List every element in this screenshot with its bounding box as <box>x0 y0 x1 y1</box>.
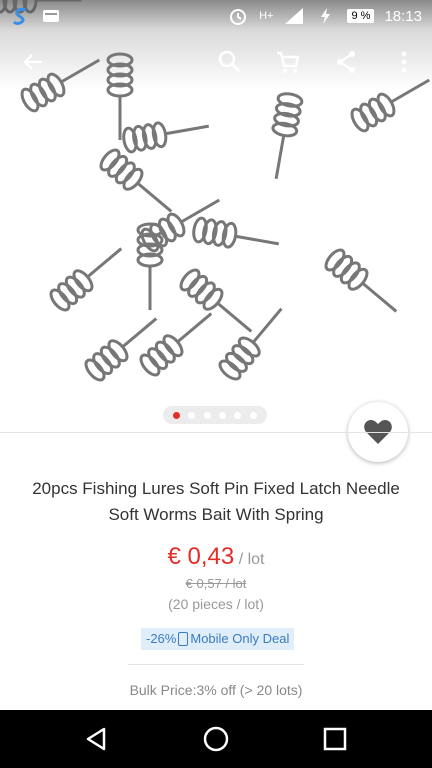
charging-icon <box>321 8 331 24</box>
battery-badge: 9 % <box>347 9 375 23</box>
gallery-page-indicator[interactable] <box>163 406 267 424</box>
deal-label: Mobile Only Deal <box>190 631 290 646</box>
price-divider <box>128 664 304 665</box>
home-icon[interactable] <box>201 724 231 754</box>
signal-icon <box>285 8 304 24</box>
page-dot-active[interactable] <box>173 411 181 419</box>
back-arrow-icon[interactable] <box>20 48 48 76</box>
back-triangle-icon[interactable] <box>82 724 112 754</box>
search-icon[interactable] <box>216 48 244 76</box>
bulk-price[interactable]: Bulk Price:3% off (> 20 lots) <box>0 682 432 698</box>
current-price: € 0,43 <box>167 543 235 570</box>
status-bar: H+ 9 % 18:13 <box>0 0 432 32</box>
clock-time: 18:13 <box>384 7 422 25</box>
page-dot[interactable] <box>249 411 257 419</box>
original-price: € 0,57 / lot <box>185 576 247 591</box>
price-row: € 0,43 / lot <box>0 543 432 571</box>
page-dot[interactable] <box>203 411 211 419</box>
mobile-deal-badge: -26% Mobile Only Deal <box>141 628 295 650</box>
s-app-icon <box>12 7 27 25</box>
app-bar <box>0 32 432 92</box>
phone-icon <box>178 632 189 646</box>
more-vert-icon[interactable] <box>390 48 418 76</box>
page-dot[interactable] <box>234 411 242 419</box>
pieces-per-lot: (20 pieces / lot) <box>168 596 264 612</box>
cart-icon[interactable] <box>274 48 302 76</box>
page-dot[interactable] <box>188 411 196 419</box>
alarm-icon <box>230 9 247 25</box>
price-unit: / lot <box>238 551 265 568</box>
network-type: H+ <box>259 10 274 22</box>
product-title: 20pcs Fishing Lures Soft Pin Fixed Latch… <box>32 479 400 524</box>
share-icon[interactable] <box>332 48 360 76</box>
discount-percent: -26% <box>146 631 177 646</box>
recents-icon[interactable] <box>320 724 350 754</box>
system-nav-bar <box>0 710 432 768</box>
page-dot[interactable] <box>219 411 227 419</box>
section-divider <box>0 432 432 433</box>
storage-icon <box>43 10 59 22</box>
